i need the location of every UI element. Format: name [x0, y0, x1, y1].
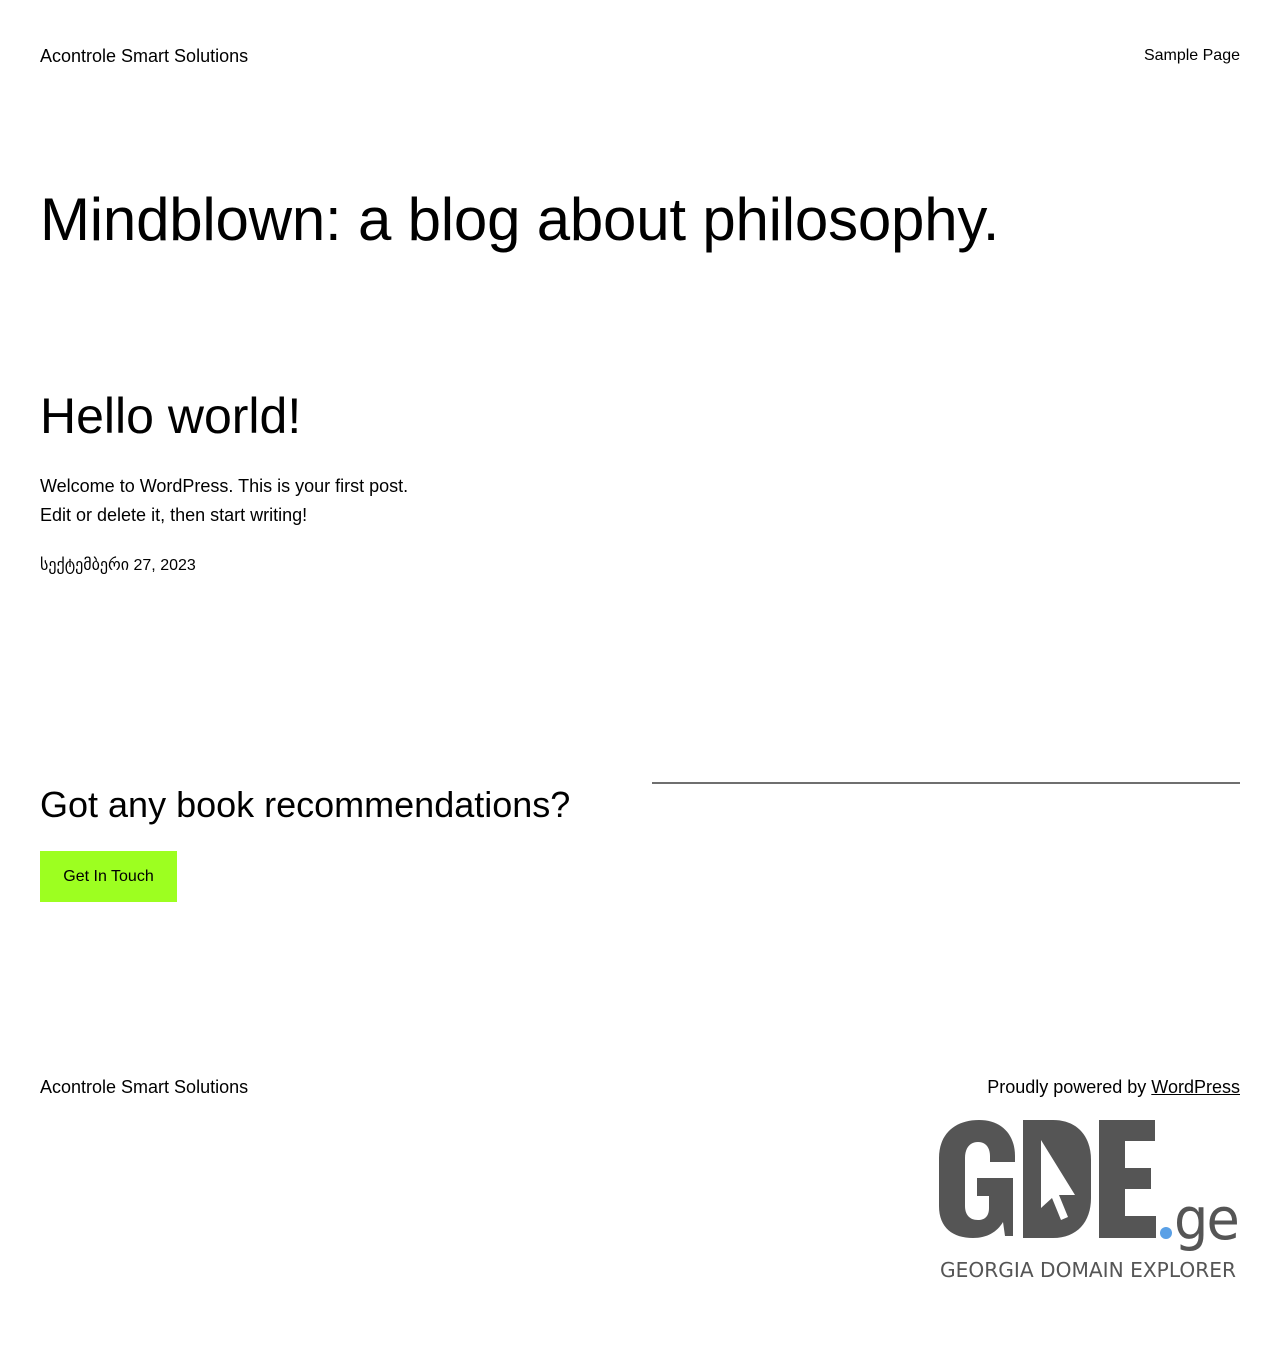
wordpress-link[interactable]: WordPress: [1151, 1077, 1240, 1097]
footer-credit: Proudly powered by WordPress: [987, 1075, 1240, 1099]
logo-letter-g: [939, 1120, 1015, 1238]
nav-link-sample-page[interactable]: Sample Page: [1144, 45, 1240, 67]
post-title: Hello world!: [40, 383, 301, 449]
logo-tagline: GEORGIA DOMAIN EXPLORER: [940, 1258, 1236, 1282]
credit-prefix: Proudly powered by: [987, 1077, 1152, 1097]
separator: [652, 782, 1240, 784]
logo-dot: [1160, 1227, 1172, 1239]
gde-logo[interactable]: ge GEORGIA DOMAIN EXPLORER: [935, 1112, 1241, 1284]
logo-ge: ge: [1174, 1185, 1238, 1253]
post-date[interactable]: სექტემბერი 27, 2023: [40, 555, 196, 577]
site-title[interactable]: Acontrole Smart Solutions: [40, 44, 248, 68]
cta-heading: Got any book recommendations?: [40, 784, 571, 825]
logo-letter-e: [1099, 1120, 1156, 1238]
footer-site-title[interactable]: Acontrole Smart Solutions: [40, 1075, 248, 1099]
post-title-link[interactable]: Hello world!: [40, 388, 301, 444]
get-in-touch-button[interactable]: Get In Touch: [40, 851, 177, 902]
hero-title: Mindblown: a blog about philosophy.: [40, 186, 1000, 253]
post-excerpt: Welcome to WordPress. This is your first…: [40, 476, 409, 525]
